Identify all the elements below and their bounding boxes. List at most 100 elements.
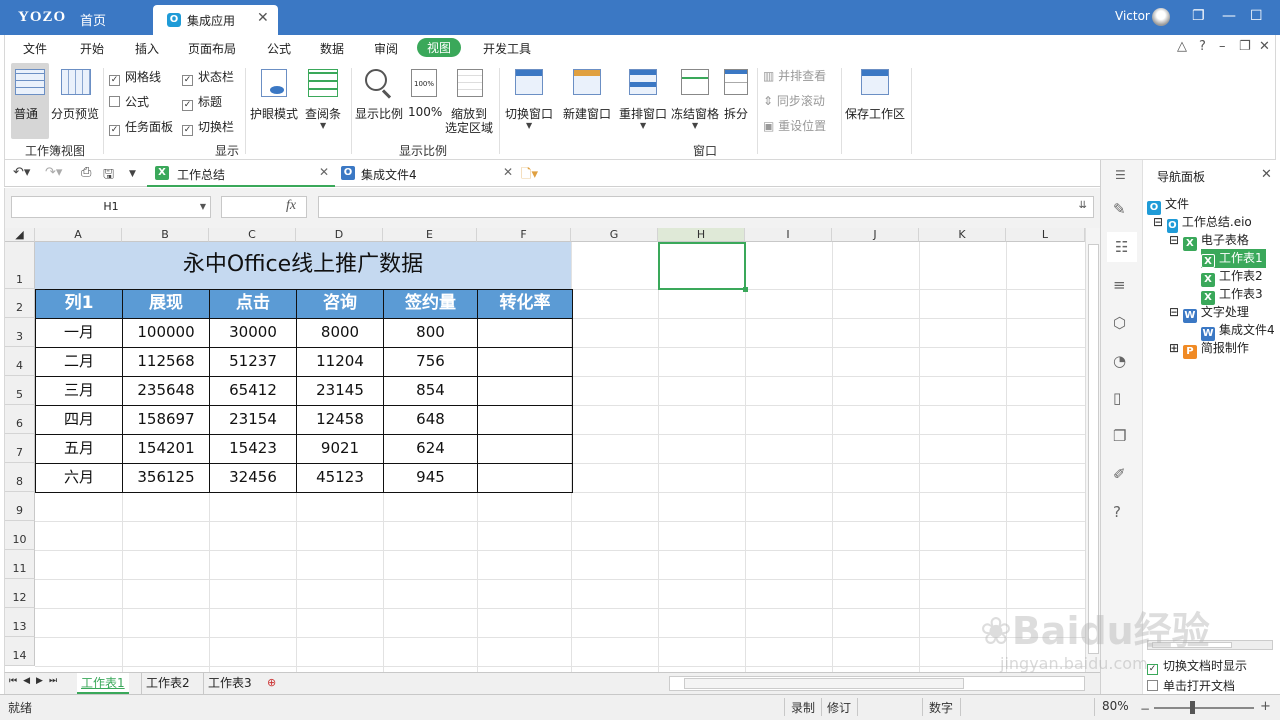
table-cell[interactable]: 23154 — [209, 405, 297, 435]
tree-sheet-1[interactable]: X 工作表1 — [1201, 249, 1266, 268]
reset-position-button[interactable]: ▣ 重设位置 — [763, 117, 826, 134]
row-header[interactable]: 8 — [5, 463, 35, 492]
row-header[interactable]: 3 — [5, 318, 35, 347]
tree-file[interactable]: ⊟ O 工作总结.eio — [1153, 213, 1252, 233]
table-cell[interactable] — [477, 376, 573, 406]
zoom-selection-button[interactable]: 缩放到 选定区域 — [445, 63, 495, 139]
fx-icon[interactable]: fx — [286, 198, 296, 214]
table-cell[interactable]: 五月 — [35, 434, 123, 464]
column-header[interactable]: D — [296, 228, 383, 242]
zoom-out-icon[interactable]: − — [1140, 702, 1150, 716]
row-header[interactable]: 14 — [5, 637, 35, 666]
cube-icon[interactable]: ⬡ — [1113, 314, 1126, 332]
normal-view-button[interactable]: 普通 — [11, 63, 49, 139]
menu-data[interactable]: 数据 — [320, 40, 344, 57]
taskpane-check[interactable]: ✓ 任务面板 — [109, 118, 173, 136]
eye-mode-button[interactable]: 护眼模式 — [247, 63, 301, 139]
doc-close-icon[interactable]: ✕ — [1259, 39, 1270, 54]
avatar[interactable] — [1152, 8, 1170, 26]
table-cell[interactable]: 51237 — [209, 347, 297, 377]
fill-handle[interactable] — [743, 287, 748, 292]
new-window-button[interactable]: 新建窗口 — [561, 63, 615, 139]
column-header[interactable]: A — [35, 228, 122, 242]
horizontal-scrollbar[interactable] — [669, 676, 1085, 691]
table-cell[interactable]: 356125 — [122, 463, 210, 493]
column-header[interactable]: L — [1006, 228, 1085, 242]
column-header[interactable]: J — [832, 228, 919, 242]
table-cell[interactable]: 65412 — [209, 376, 297, 406]
expand-icon[interactable]: ⇊ — [1079, 200, 1087, 211]
table-header-cell[interactable]: 列1 — [35, 289, 123, 319]
row-header[interactable]: 9 — [5, 492, 35, 521]
table-cell[interactable]: 六月 — [35, 463, 123, 493]
row-header[interactable]: 6 — [5, 405, 35, 434]
view-bar-button[interactable]: 查阅条 ▼ — [303, 63, 345, 139]
copy-icon[interactable]: ❐ — [1113, 427, 1126, 445]
column-header[interactable]: G — [571, 228, 658, 242]
zoom-button[interactable]: 显示比例 — [353, 63, 403, 139]
table-title[interactable]: 永中Office线上推广数据 — [35, 242, 571, 289]
tree-word-group[interactable]: ⊟ W 文字处理 — [1169, 303, 1249, 323]
table-cell[interactable]: 158697 — [122, 405, 210, 435]
select-all-corner[interactable]: ◢ — [5, 228, 35, 242]
row-header[interactable]: 13 — [5, 608, 35, 637]
table-cell[interactable]: 一月 — [35, 318, 123, 348]
undo-icon[interactable]: ↶▾ — [13, 165, 30, 180]
spreadsheet-grid[interactable]: ◢ A B C D E F G H I J K L 1 2 3 4 5 6 7 … — [4, 228, 1100, 672]
doc-restore-icon[interactable]: ❐ — [1239, 39, 1251, 54]
print-preview-icon[interactable]: ⎙ — [81, 165, 91, 180]
nav-list-tab[interactable]: ☷ — [1107, 232, 1137, 262]
table-cell[interactable]: 32456 — [209, 463, 297, 493]
table-cell[interactable] — [477, 347, 573, 377]
tree-spreadsheet-group[interactable]: ⊟ X 电子表格 — [1169, 231, 1249, 251]
menu-review[interactable]: 审阅 — [374, 40, 398, 57]
split-button[interactable]: 拆分 — [721, 63, 751, 139]
collapse-ribbon-icon[interactable]: △ — [1177, 39, 1187, 54]
sheet-tab-1[interactable]: 工作表1 — [77, 673, 129, 694]
table-cell[interactable]: 8000 — [296, 318, 384, 348]
selected-cell-h1[interactable] — [658, 242, 746, 290]
table-cell[interactable]: 800 — [383, 318, 478, 348]
table-cell[interactable]: 648 — [383, 405, 478, 435]
table-cell[interactable]: 235648 — [122, 376, 210, 406]
formula-input[interactable]: ⇊ — [318, 196, 1094, 218]
menu-page-layout[interactable]: 页面布局 — [188, 40, 236, 57]
close-panel-icon[interactable]: ✕ — [1261, 167, 1272, 182]
zoom-slider-thumb[interactable] — [1190, 701, 1195, 714]
clock-icon[interactable]: ◔ — [1113, 352, 1126, 370]
close-doc-icon[interactable]: ✕ — [503, 165, 513, 179]
name-box[interactable]: H1 ▼ — [11, 196, 211, 218]
tree-word-file[interactable]: W 集成文件4 — [1201, 321, 1275, 341]
zoom-slider[interactable] — [1154, 707, 1254, 709]
pen-icon[interactable]: ✎ — [1113, 200, 1126, 218]
show-on-switch-check[interactable]: ✓ 切换文档时显示 — [1147, 657, 1247, 675]
status-revise[interactable]: 修订 — [827, 699, 851, 716]
app-tab[interactable]: O 集成应用 ✕ — [153, 5, 278, 35]
page-preview-button[interactable]: 分页预览 — [51, 63, 101, 139]
maximize-icon[interactable]: ☐ — [1250, 8, 1263, 24]
sheet-tab-2[interactable]: 工作表2 — [141, 673, 194, 694]
doc-minimize-icon[interactable]: – — [1219, 39, 1226, 54]
minimize-icon[interactable]: — — [1222, 8, 1236, 24]
zoom-100-button[interactable]: 100% 100% — [405, 63, 445, 139]
column-header[interactable]: I — [745, 228, 832, 242]
formula-check[interactable]: 公式 — [109, 93, 149, 110]
table-cell[interactable]: 945 — [383, 463, 478, 493]
data-table[interactable]: 列1 展现 点击 咨询 签约量 转化率 一月 100000 30000 8000 800 二月 1125… — [35, 289, 573, 493]
clipboard-icon[interactable]: ▯ — [1113, 389, 1121, 407]
table-header-cell[interactable]: 展现 — [122, 289, 210, 319]
table-cell[interactable]: 四月 — [35, 405, 123, 435]
table-cell[interactable]: 854 — [383, 376, 478, 406]
table-cell[interactable]: 30000 — [209, 318, 297, 348]
table-cell[interactable]: 9021 — [296, 434, 384, 464]
switchbar-check[interactable]: ✓ 切换栏 — [182, 118, 234, 136]
table-cell[interactable]: 23145 — [296, 376, 384, 406]
row-header[interactable]: 4 — [5, 347, 35, 376]
table-header-cell[interactable]: 转化率 — [477, 289, 573, 319]
freeze-pane-button[interactable]: 冻结窗格 ▼ — [669, 63, 723, 139]
side-by-side-button[interactable]: ▥ 并排查看 — [763, 67, 826, 84]
row-header[interactable]: 2 — [5, 289, 35, 318]
row-header[interactable]: 10 — [5, 521, 35, 550]
status-record[interactable]: 录制 — [791, 699, 815, 716]
single-click-open-check[interactable]: 单击打开文档 — [1147, 677, 1235, 694]
